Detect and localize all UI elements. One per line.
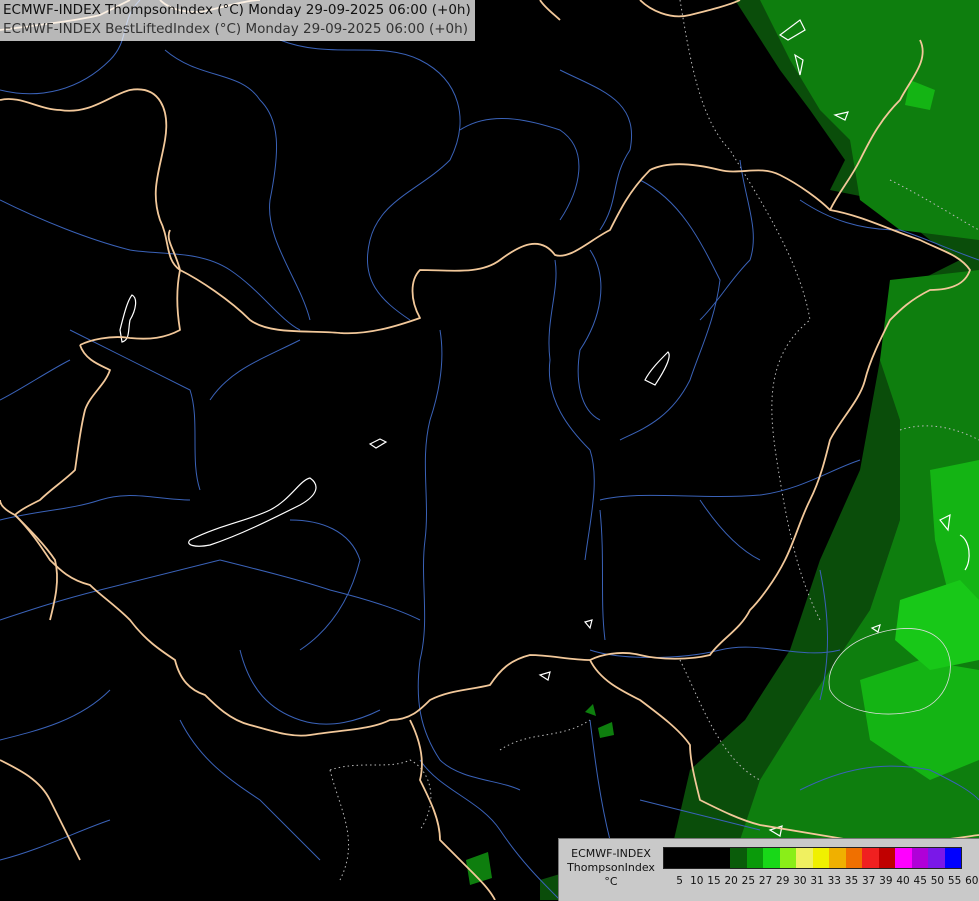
legend-swatch <box>878 848 895 868</box>
legend-ticks: 5 10 15 20 25 27 29 30 31 33 35 37 39 40 45 50 55 60 <box>671 875 979 887</box>
legend-tick-label: 50 <box>930 875 945 887</box>
legend-tick-label: 37 <box>861 875 876 887</box>
legend-swatch <box>779 848 796 868</box>
legend-tick-label: 60 <box>965 875 979 887</box>
legend-tick-label: 20 <box>724 875 738 887</box>
legend-model: ECMWF-INDEX <box>571 847 651 860</box>
legend-tick-label: 29 <box>776 875 790 887</box>
legend-swatches <box>663 847 962 869</box>
legend-tick-label: 33 <box>827 875 841 887</box>
legend-swatch <box>746 848 763 868</box>
legend-swatch <box>895 848 912 868</box>
legend-swatch <box>944 848 961 868</box>
legend-title: ECMWF-INDEX ThompsonIndex °C <box>561 847 661 889</box>
color-legend: ECMWF-INDEX ThompsonIndex °C 5 10 15 20 25 27… <box>558 838 979 901</box>
map-title-line2: ECMWF-INDEX BestLiftedIndex (°C) Monday … <box>3 21 468 37</box>
legend-swatch <box>862 848 879 868</box>
legend-swatch <box>796 848 813 868</box>
legend-swatch <box>829 848 846 868</box>
legend-unit: °C <box>604 875 618 888</box>
legend-swatch <box>812 848 829 868</box>
legend-tick-label: 31 <box>810 875 824 887</box>
legend-tick-label: 25 <box>741 875 756 887</box>
legend-swatch <box>928 848 945 868</box>
legend-swatch <box>845 848 862 868</box>
legend-tick-label: 55 <box>947 875 962 887</box>
legend-tick-label: 10 <box>690 875 704 887</box>
map-title-line1: ECMWF-INDEX ThompsonIndex (°C) Monday 29… <box>3 2 471 18</box>
legend-swatch <box>697 848 714 868</box>
legend-tick-label: 45 <box>913 875 927 887</box>
legend-swatch <box>664 848 681 868</box>
legend-tick-label: 15 <box>707 875 721 887</box>
weather-map <box>0 0 979 900</box>
legend-tick-label: 27 <box>758 875 773 887</box>
legend-swatch <box>680 848 697 868</box>
legend-swatch <box>763 848 780 868</box>
legend-tick-label: 5 <box>676 875 683 887</box>
map-title-box: ECMWF-INDEX ThompsonIndex (°C) Monday 29… <box>0 0 475 41</box>
legend-tick-label: 30 <box>793 875 807 887</box>
legend-tick-label: 39 <box>879 875 893 887</box>
legend-swatch <box>713 848 730 868</box>
legend-swatch <box>911 848 928 868</box>
legend-swatch <box>730 848 747 868</box>
legend-tick-label: 35 <box>844 875 859 887</box>
legend-parameter: ThompsonIndex <box>567 861 655 874</box>
legend-tick-label: 40 <box>896 875 910 887</box>
